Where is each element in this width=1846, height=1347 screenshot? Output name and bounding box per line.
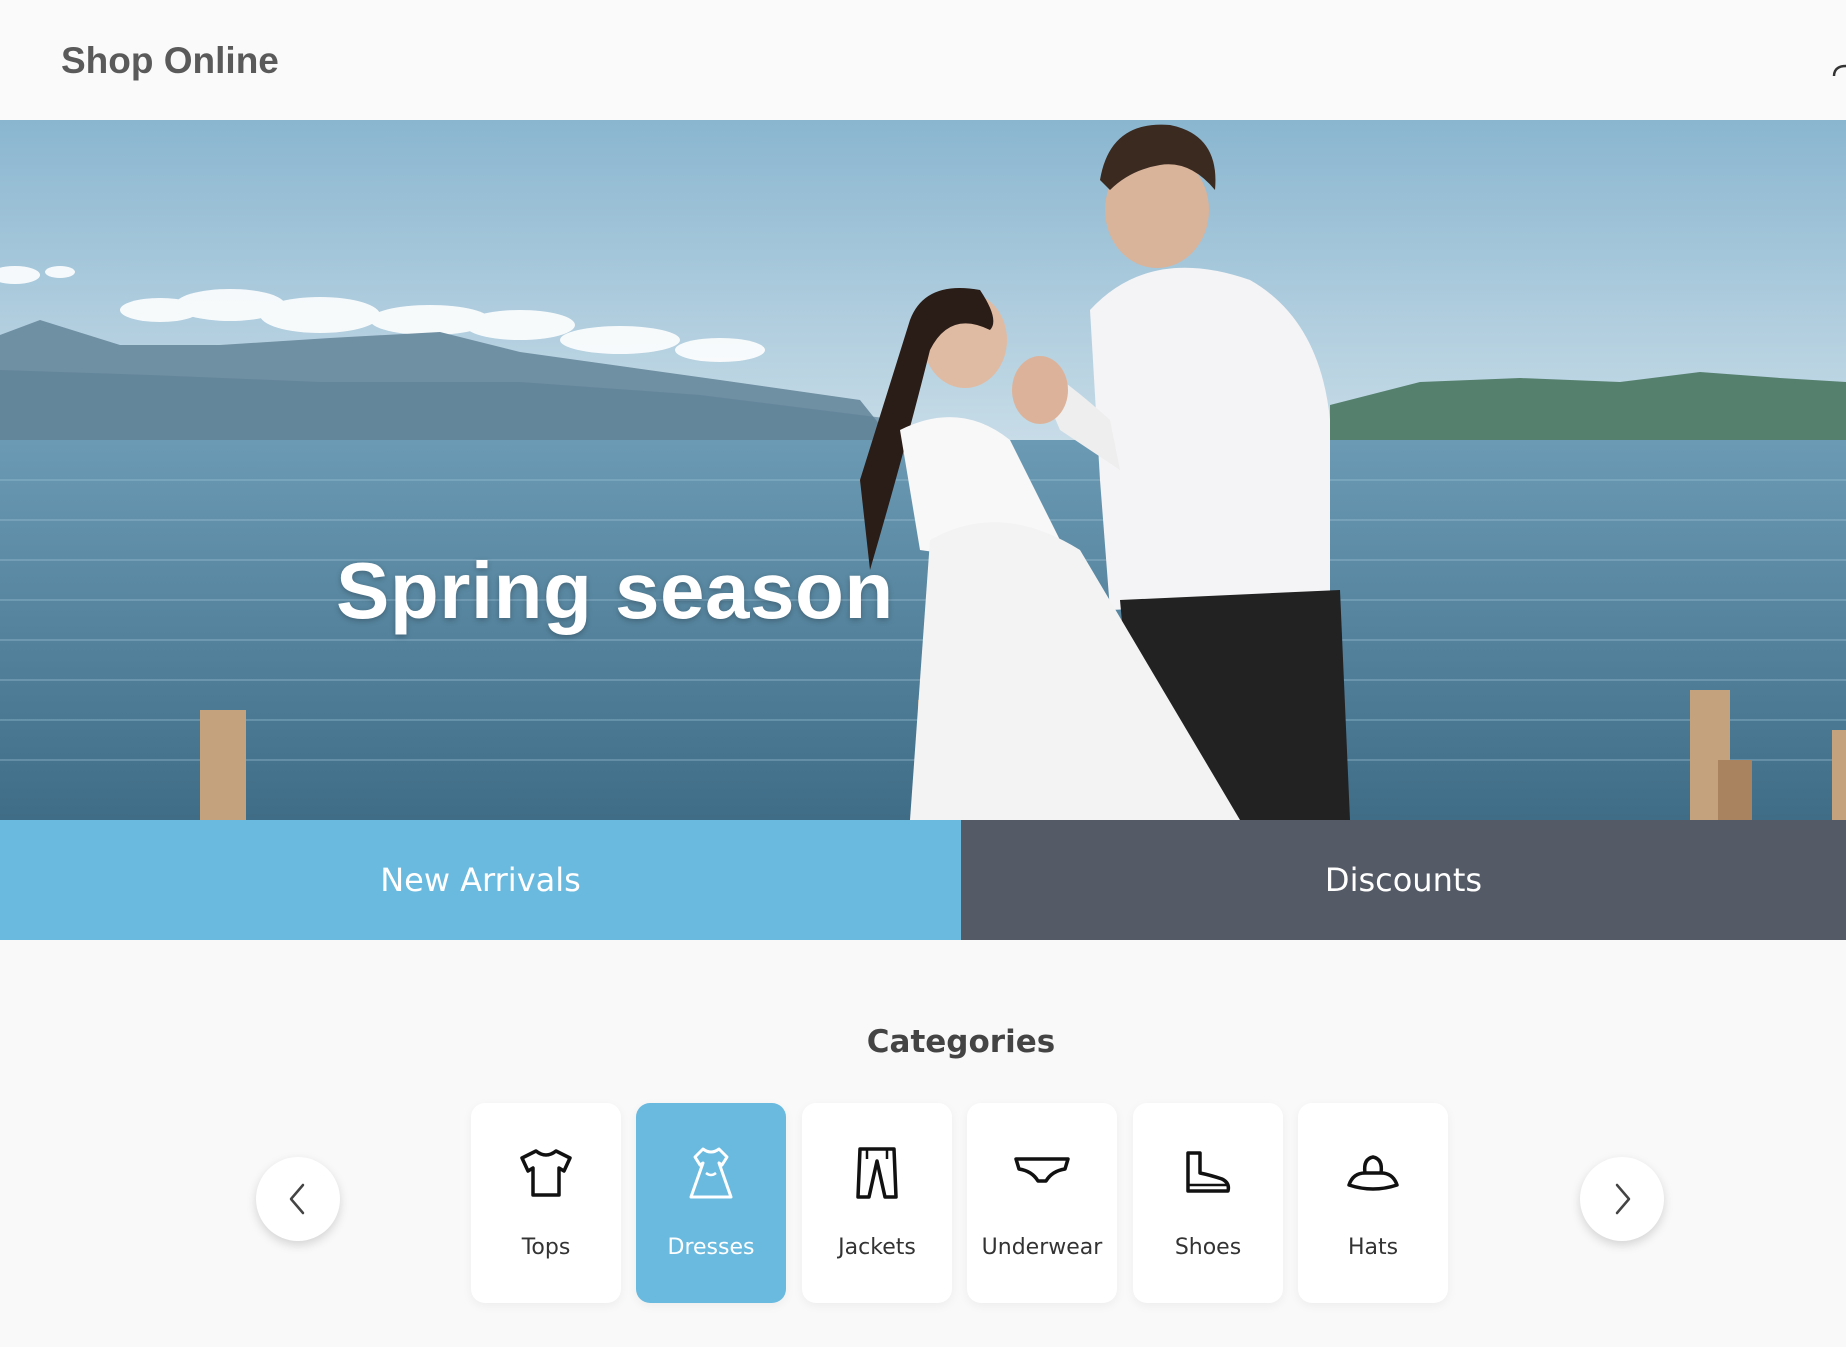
category-label: Hats bbox=[1347, 1235, 1399, 1260]
t-shirt-icon bbox=[520, 1149, 572, 1197]
new-arrivals-button[interactable]: New Arrivals bbox=[0, 820, 961, 940]
page: Shop Online Spring season New Arrivals D… bbox=[0, 0, 1846, 1347]
category-card-dresses[interactable]: Dresses bbox=[636, 1103, 786, 1303]
hat-icon bbox=[1347, 1155, 1399, 1191]
hero-image bbox=[0, 120, 1846, 820]
underwear-icon bbox=[1014, 1157, 1070, 1183]
category-card-shoes[interactable]: Shoes bbox=[1133, 1103, 1283, 1303]
category-card-underwear[interactable]: Underwear bbox=[967, 1103, 1117, 1303]
category-label: Underwear bbox=[981, 1235, 1103, 1260]
category-label: Jackets bbox=[838, 1235, 916, 1260]
category-label: Shoes bbox=[1174, 1235, 1242, 1260]
carousel-next-button[interactable] bbox=[1580, 1157, 1664, 1241]
brand-logo[interactable]: Shop Online bbox=[61, 40, 279, 82]
categories-title: Categories bbox=[866, 1024, 1056, 1060]
hero-banner: Spring season bbox=[0, 120, 1846, 820]
dress-icon bbox=[689, 1147, 733, 1199]
hero-title: Spring season bbox=[336, 546, 894, 635]
chevron-right-icon bbox=[1615, 1183, 1631, 1215]
category-label: Dresses bbox=[667, 1235, 755, 1260]
chevron-left-icon bbox=[289, 1183, 305, 1215]
pants-icon bbox=[856, 1147, 898, 1199]
category-card-jackets[interactable]: Jackets bbox=[802, 1103, 952, 1303]
category-label: Tops bbox=[521, 1235, 571, 1260]
category-card-tops[interactable]: Tops bbox=[471, 1103, 621, 1303]
discounts-button[interactable]: Discounts bbox=[961, 820, 1846, 940]
carousel-prev-button[interactable] bbox=[256, 1157, 340, 1241]
boot-icon bbox=[1186, 1151, 1231, 1193]
cart-icon[interactable] bbox=[1832, 62, 1846, 78]
header: Shop Online bbox=[0, 0, 1846, 120]
category-card-hats[interactable]: Hats bbox=[1298, 1103, 1448, 1303]
